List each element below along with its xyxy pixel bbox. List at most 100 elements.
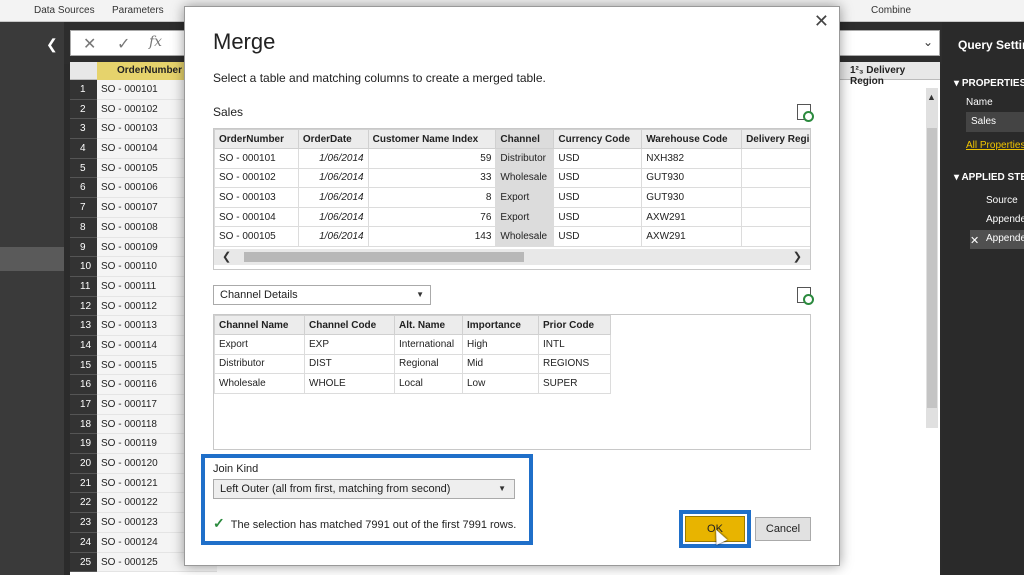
table-cell xyxy=(741,187,810,208)
refresh-preview2-icon[interactable] xyxy=(797,287,814,305)
row-number[interactable]: 24 xyxy=(70,532,97,553)
row-number[interactable]: 17 xyxy=(70,395,97,415)
table-cell: 1/06/2014 xyxy=(297,187,369,208)
table-row: Wholesale WHOLE Local Low SUPER xyxy=(214,373,611,394)
scroll-right-icon[interactable]: ❯ xyxy=(793,250,802,263)
row-number[interactable]: 7 xyxy=(70,198,97,218)
row-number[interactable]: 8 xyxy=(70,217,97,238)
close-icon[interactable]: ✕ xyxy=(814,11,829,32)
row-number[interactable]: 15 xyxy=(70,355,97,376)
dropdown-arrow-icon: ▼ xyxy=(498,484,506,493)
fx-icon[interactable]: fx xyxy=(149,34,162,50)
scroll-thumb[interactable] xyxy=(927,128,937,408)
row-number[interactable]: 25 xyxy=(70,552,97,573)
row-number[interactable]: 19 xyxy=(70,434,97,455)
grid-vertical-scrollbar[interactable]: ▲ xyxy=(926,88,938,428)
properties-heading[interactable]: ▾ PROPERTIES xyxy=(954,78,1024,89)
table1-column-header[interactable]: Currency Code xyxy=(553,129,643,149)
hscroll-thumb[interactable] xyxy=(244,252,524,262)
table-cell xyxy=(741,167,810,189)
table-cell: Export xyxy=(495,187,555,208)
column-header-delivery-region[interactable]: 1²₃ Delivery Region xyxy=(846,62,940,87)
table-cell xyxy=(741,226,810,247)
table-cell: DIST xyxy=(304,353,395,375)
check-icon: ✓ xyxy=(213,515,225,531)
refresh-preview-icon[interactable] xyxy=(797,104,814,122)
table-cell: EXP xyxy=(304,334,395,355)
table-row: SO - 000104 1/06/2014 76 Export USD AXW291 xyxy=(214,206,810,228)
join-kind-select[interactable]: Left Outer (all from first, matching fro… xyxy=(213,479,515,499)
table1-name: Sales xyxy=(213,105,244,119)
row-number[interactable]: 12 xyxy=(70,296,97,317)
row-number[interactable]: 14 xyxy=(70,335,97,356)
table1-horizontal-scrollbar[interactable]: ❮ ❯ xyxy=(214,249,810,265)
table2-column-header[interactable]: Importance xyxy=(462,315,539,335)
table-row: Export EXP International High INTL xyxy=(214,334,611,355)
table-cell: GUT930 xyxy=(641,167,743,189)
table2-select[interactable]: Channel Details ▼ xyxy=(213,285,431,305)
cancel-formula-icon[interactable]: ✕ xyxy=(83,34,96,54)
selected-query[interactable] xyxy=(0,247,64,271)
table-cell xyxy=(741,206,810,228)
row-number[interactable]: 10 xyxy=(70,257,97,277)
query-settings-title: Query Settings xyxy=(958,38,1024,52)
row-number[interactable]: 22 xyxy=(70,493,97,514)
step-appended-query[interactable]: Appended Query xyxy=(970,211,1024,230)
table-cell: Wholesale xyxy=(495,167,555,189)
step-source[interactable]: Source xyxy=(970,192,1024,211)
row-number[interactable]: 21 xyxy=(70,473,97,494)
table-cell: SUPER xyxy=(538,373,611,394)
collapse-chevron-icon[interactable]: ❮ xyxy=(46,36,58,53)
table-cell: USD xyxy=(553,167,643,189)
table1-column-header[interactable]: OrderDate xyxy=(297,129,369,149)
row-number[interactable]: 16 xyxy=(70,375,97,395)
table-cell: Distributor xyxy=(495,148,555,169)
table2-column-header[interactable]: Channel Name xyxy=(214,315,305,335)
table2-column-header[interactable]: Alt. Name xyxy=(394,315,463,335)
ribbon-parameters[interactable]: Parameters xyxy=(112,5,164,16)
commit-formula-icon[interactable]: ✓ xyxy=(117,34,130,54)
table-cell: 59 xyxy=(367,148,497,169)
table-cell: Wholesale xyxy=(214,373,305,394)
match-status: ✓ The selection has matched 7991 out of t… xyxy=(213,515,516,532)
row-number[interactable]: 2 xyxy=(70,99,97,120)
row-number[interactable]: 1 xyxy=(70,80,97,100)
table1-column-header[interactable]: Channel xyxy=(495,129,555,149)
row-number[interactable]: 23 xyxy=(70,513,97,533)
table-cell: 143 xyxy=(367,226,497,247)
row-number[interactable]: 3 xyxy=(70,119,97,140)
table1-column-header[interactable]: Delivery Region xyxy=(741,129,810,149)
match-message: The selection has matched 7991 out of th… xyxy=(230,519,517,531)
scroll-up-icon[interactable]: ▲ xyxy=(927,92,936,102)
ribbon-data-sources[interactable]: Data Sources xyxy=(34,5,95,16)
table-cell: SO - 000101 xyxy=(214,148,299,169)
row-number[interactable]: 9 xyxy=(70,237,97,258)
table2-column-header[interactable]: Prior Code xyxy=(538,315,611,335)
delete-step-icon[interactable]: ✕ xyxy=(970,234,979,247)
query-name-input[interactable]: Sales xyxy=(966,112,1024,132)
row-number[interactable]: 20 xyxy=(70,454,97,474)
table1-column-header[interactable]: Customer Name Index xyxy=(367,129,497,149)
table2-select-value: Channel Details xyxy=(220,289,298,301)
all-properties-link[interactable]: All Properties xyxy=(966,140,1024,151)
table1-column-header[interactable]: Warehouse Code xyxy=(641,129,743,149)
table-cell: 1/06/2014 xyxy=(297,148,369,169)
table2-column-header[interactable]: Channel Code xyxy=(304,315,395,335)
expand-formula-chevron-icon[interactable]: ⌄ xyxy=(923,35,933,49)
table1-grid: OrderNumber OrderDate Customer Name Index C… xyxy=(214,129,810,247)
row-number[interactable]: 13 xyxy=(70,316,97,336)
ribbon-combine[interactable]: Combine xyxy=(871,5,911,16)
column-header-ordernumber[interactable]: OrderNumber xyxy=(97,62,187,80)
table2-preview: Channel Name Channel Code Alt. Name Importa… xyxy=(213,314,811,450)
row-number[interactable]: 5 xyxy=(70,158,97,179)
cancel-button[interactable]: Cancel xyxy=(755,517,811,541)
row-number[interactable]: 4 xyxy=(70,139,97,159)
applied-steps-heading[interactable]: ▾ APPLIED STEPS xyxy=(954,172,1024,183)
table1-column-header[interactable]: OrderNumber xyxy=(214,129,299,149)
row-number[interactable]: 11 xyxy=(70,276,97,297)
table-row: SO - 000101 1/06/2014 59 Distributor USD NXH3… xyxy=(214,148,810,169)
row-number[interactable]: 6 xyxy=(70,178,97,199)
scroll-left-icon[interactable]: ❮ xyxy=(222,250,231,263)
table-cell: SO - 000104 xyxy=(214,206,299,228)
row-number[interactable]: 18 xyxy=(70,414,97,435)
